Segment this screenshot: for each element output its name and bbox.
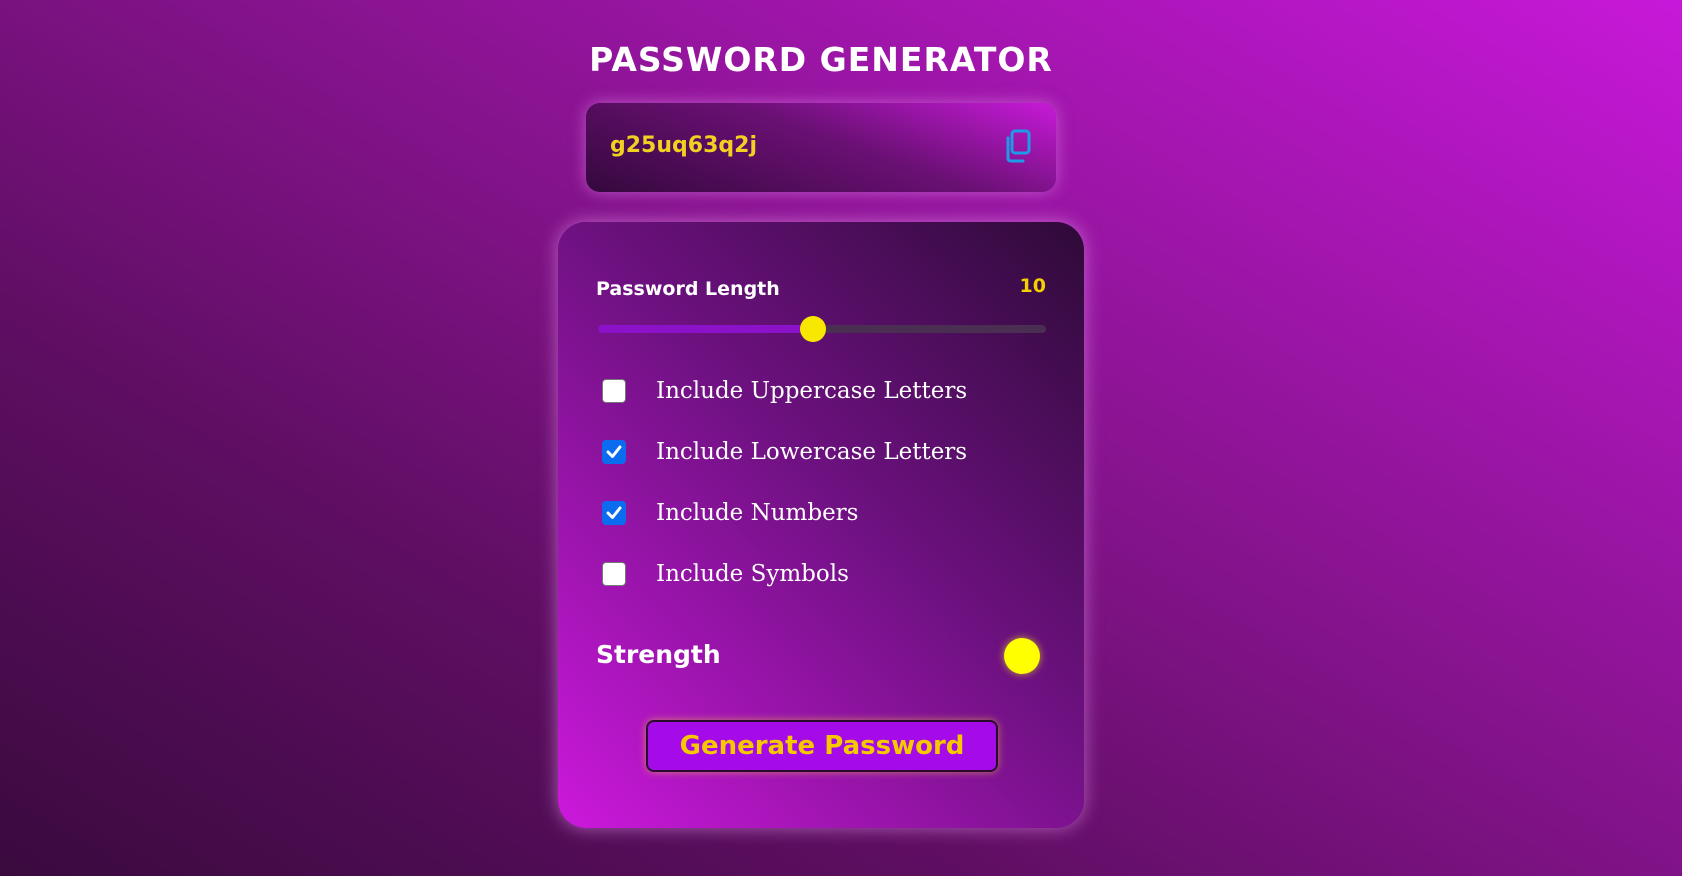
option-numbers[interactable]: Include Numbers: [602, 498, 858, 528]
settings-card: Password Length 10 Include Uppercase Let…: [558, 222, 1084, 828]
password-length-value: 10: [1019, 275, 1046, 297]
symbols-label: Include Symbols: [656, 561, 849, 587]
password-value: g25uq63q2j: [610, 133, 757, 158]
strength-indicator: [1004, 638, 1040, 674]
uppercase-label: Include Uppercase Letters: [656, 378, 968, 404]
password-length-label: Password Length: [596, 278, 780, 300]
lowercase-label: Include Lowercase Letters: [656, 439, 968, 465]
option-lowercase[interactable]: Include Lowercase Letters: [602, 437, 967, 467]
symbols-checkbox[interactable]: [602, 562, 626, 586]
slider-thumb[interactable]: [800, 316, 827, 342]
lowercase-checkbox[interactable]: [602, 440, 626, 464]
check-icon: [606, 445, 622, 458]
numbers-label: Include Numbers: [656, 500, 859, 526]
password-display: g25uq63q2j: [586, 103, 1056, 192]
option-uppercase[interactable]: Include Uppercase Letters: [602, 376, 967, 406]
slider-fill: [598, 325, 814, 333]
password-length-slider[interactable]: [598, 316, 1046, 342]
numbers-checkbox[interactable]: [602, 501, 626, 525]
strength-label: Strength: [596, 640, 721, 669]
page-title: PASSWORD GENERATOR: [589, 40, 1053, 79]
copy-icon[interactable]: [1002, 129, 1034, 163]
check-icon: [606, 506, 622, 519]
uppercase-checkbox[interactable]: [602, 379, 626, 403]
option-symbols[interactable]: Include Symbols: [602, 559, 849, 589]
generate-password-button[interactable]: Generate Password: [646, 720, 998, 772]
